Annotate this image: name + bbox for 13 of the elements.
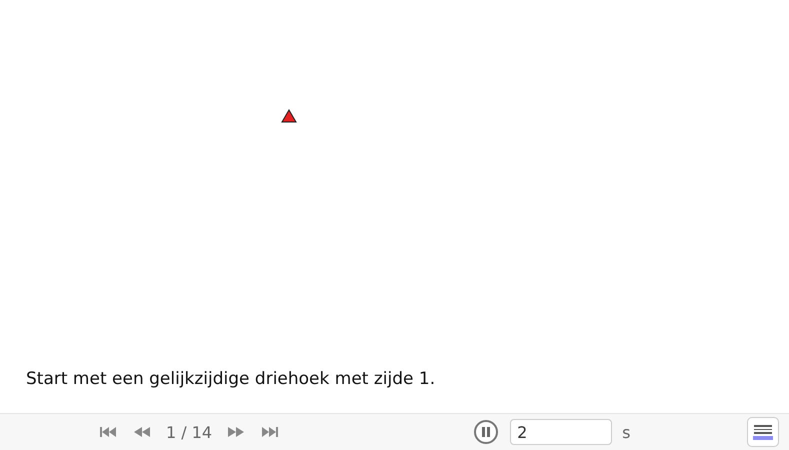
unit-label: s [622,422,630,442]
pause-button[interactable] [474,420,498,444]
first-step-button[interactable] [100,427,118,437]
previous-step-button[interactable] [134,427,150,437]
triangle-icon [281,109,297,123]
interval-field[interactable]: 2 [510,419,612,445]
algebra-view-button[interactable] [747,417,779,447]
step-counter: 1 / 14 [166,422,212,442]
last-step-button[interactable] [260,427,278,437]
next-step-button[interactable] [228,427,244,437]
pause-icon [481,427,492,437]
algebra-view-icon [752,422,774,442]
caption-text: Start met een gelijkzijdige driehoek met zijde 1. [26,369,436,389]
